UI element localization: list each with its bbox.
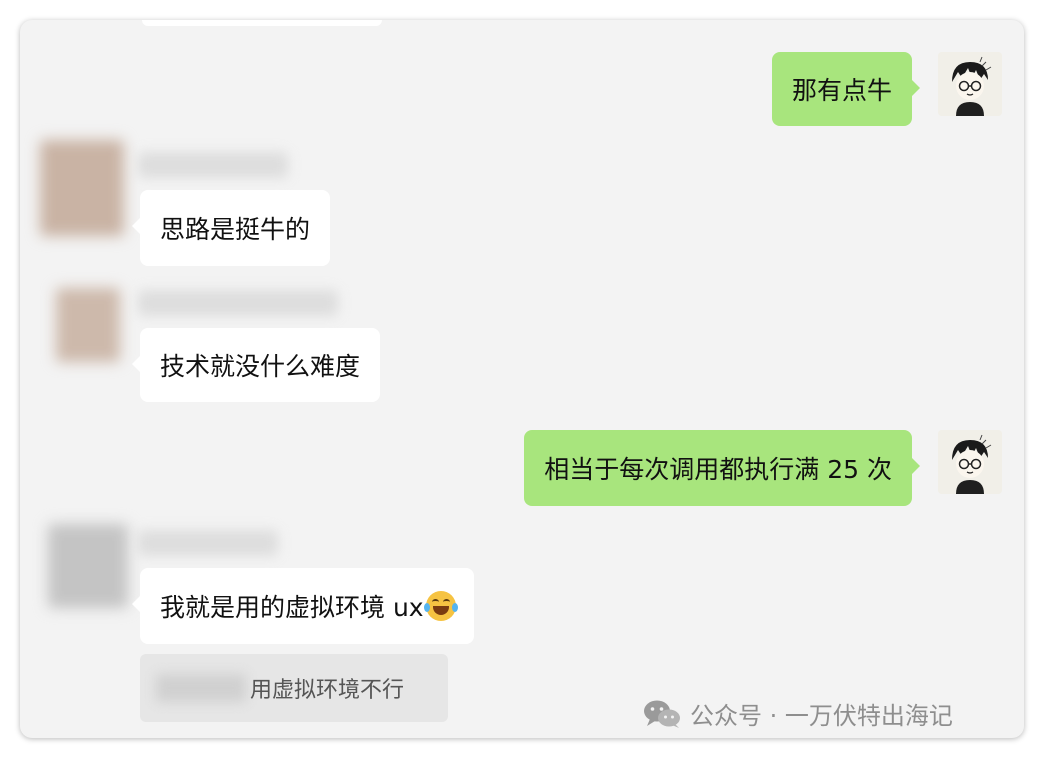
incoming-message-bubble[interactable]: 技术就没什么难度 <box>131 328 381 402</box>
my-avatar[interactable] <box>938 52 1002 116</box>
quoted-sender-name <box>156 674 246 702</box>
cartoon-avatar-icon <box>938 430 1002 494</box>
cartoon-avatar-icon <box>938 52 1002 116</box>
quoted-message[interactable]: 用虚拟环境不行 <box>140 654 448 722</box>
outgoing-message-bubble[interactable]: 那有点牛 <box>771 52 921 126</box>
message-text: 那有点牛 <box>791 76 892 105</box>
message-text: 我就是用的虚拟环境 ux <box>160 593 424 622</box>
incoming-message-bubble[interactable]: 思路是挺牛的 <box>131 190 331 266</box>
sender-name <box>138 530 278 556</box>
contact-avatar[interactable] <box>48 524 128 608</box>
message-text: 技术就没什么难度 <box>160 352 361 381</box>
watermark-text: 公众号 · 一万伏特出海记 <box>690 702 953 730</box>
sender-name <box>138 290 338 316</box>
outgoing-message-bubble[interactable]: 相当于每次调用都执行满 25 次 <box>524 430 920 506</box>
watermark: 公众号 · 一万伏特出海记 <box>642 696 953 731</box>
my-avatar[interactable] <box>938 430 1002 494</box>
contact-avatar[interactable] <box>40 140 124 236</box>
truncated-message-bubble <box>142 20 382 26</box>
wechat-icon <box>642 699 682 729</box>
message-text: 相当于每次调用都执行满 25 次 <box>544 455 892 484</box>
sender-name <box>138 152 288 178</box>
message-text: 思路是挺牛的 <box>160 215 311 244</box>
incoming-message-bubble[interactable]: 我就是用的虚拟环境 ux <box>132 568 474 644</box>
laugh-cry-emoji-icon <box>423 591 458 621</box>
chat-window: 那有点牛 思路是挺牛的 技术就没什么难度 相当于每次调用都执行满 25 次 我就… <box>20 20 1024 738</box>
quoted-text: 用虚拟环境不行 <box>250 678 405 703</box>
contact-avatar[interactable] <box>56 288 120 362</box>
